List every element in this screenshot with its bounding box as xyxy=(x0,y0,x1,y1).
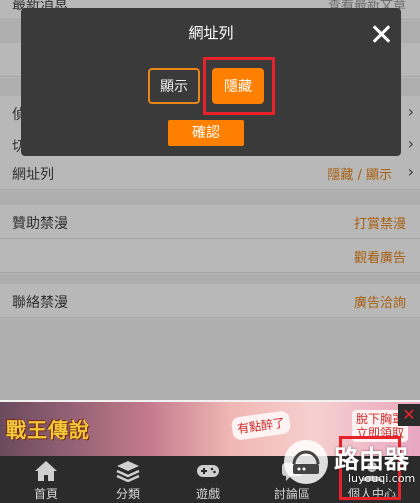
nav-item-home[interactable]: 首頁 xyxy=(4,456,88,503)
nav-item-label: 首頁 xyxy=(33,487,58,501)
ad-speech-bubble: 有點醉了 xyxy=(230,410,292,441)
watermark-title: 路由器 xyxy=(334,445,410,474)
dialog-title: 網址列 xyxy=(188,24,234,42)
url-bar-dialog: 網址列 顯示 隱藏 確認 xyxy=(21,8,401,156)
show-option-button[interactable]: 顯示 xyxy=(148,68,200,104)
highlight-frame xyxy=(203,57,275,115)
ad-close-icon[interactable]: ✕ xyxy=(398,404,420,426)
watermark-subtitle: luyouqi.com xyxy=(348,472,416,485)
gamepad-icon xyxy=(197,465,219,477)
close-icon[interactable] xyxy=(371,24,391,44)
ad-game-title: 戰王傳說 xyxy=(6,418,90,442)
nav-item-label: 討論區 xyxy=(273,487,310,501)
nav-item-label: 分類 xyxy=(115,487,140,501)
ad-bubble-line: 脫下胸罩 xyxy=(356,412,405,426)
router-logo-icon xyxy=(284,440,328,484)
nav-item-games[interactable]: 遊戲 xyxy=(166,456,250,503)
home-icon xyxy=(35,461,57,481)
nav-item-category[interactable]: 分類 xyxy=(86,456,170,503)
nav-item-label: 遊戲 xyxy=(195,487,220,501)
confirm-button[interactable]: 確認 xyxy=(168,120,244,146)
layers-icon xyxy=(116,461,140,482)
